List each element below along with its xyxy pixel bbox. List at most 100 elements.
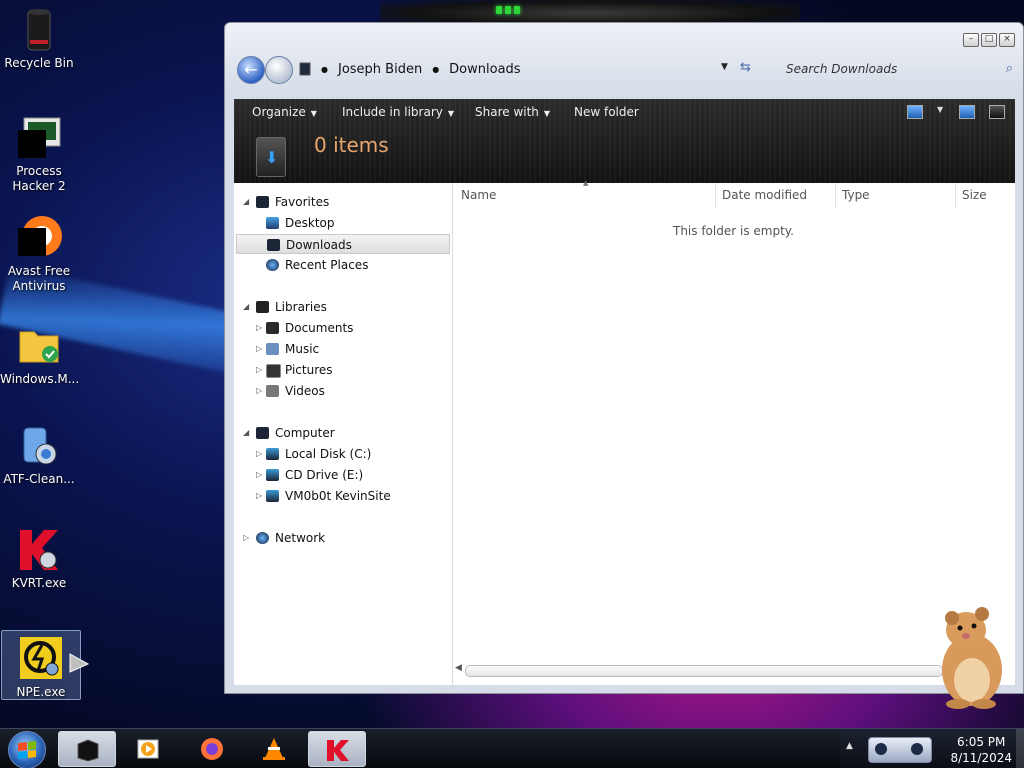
cursor-arrow-icon — [68, 652, 90, 677]
minimize-icon[interactable]: – — [963, 33, 979, 47]
nav-cd-drive[interactable]: ▷ CD Drive (E:) — [234, 465, 449, 485]
cd-drive-icon — [266, 469, 279, 481]
desktop-icon-atf-cleaner[interactable]: ATF-Clean... — [0, 422, 78, 487]
downloads-icon — [267, 239, 280, 251]
navigation-bar: ← ● Joseph Biden ● Downloads ▼ ⇆ Search … — [235, 53, 1013, 87]
nav-local-disk[interactable]: ▷ Local Disk (C:) — [234, 444, 449, 464]
collapsed-triangle-icon: ▷ — [256, 344, 263, 353]
desktop-icon-windows-m[interactable]: Windows.M... — [0, 322, 79, 387]
column-header-name[interactable]: Name — [461, 188, 496, 202]
taskbar-media-player-button[interactable] — [120, 731, 178, 767]
avast-icon — [16, 214, 62, 260]
downloads-folder-icon: ⬇ — [256, 137, 286, 177]
desktop-icon-avast[interactable]: Avast Free Antivirus — [0, 214, 78, 294]
nav-recent-places[interactable]: Recent Places — [234, 255, 449, 275]
videos-icon — [266, 385, 279, 397]
arrow-left-icon: ← — [244, 60, 258, 79]
column-divider[interactable] — [955, 183, 956, 207]
chevron-down-icon: ▼ — [310, 109, 317, 118]
sort-indicator-icon: ▲ — [583, 179, 589, 187]
scrollbar-thumb[interactable] — [465, 665, 943, 677]
close-icon[interactable]: × — [999, 33, 1015, 47]
nav-downloads[interactable]: Downloads — [236, 234, 450, 254]
nav-desktop[interactable]: Desktop — [234, 213, 449, 233]
collapsed-triangle-icon: ▷ — [256, 365, 263, 374]
refresh-icon[interactable]: ⇆ — [740, 60, 751, 75]
search-box[interactable]: Search Downloads ⌕ — [780, 57, 1017, 81]
chevron-down-icon: ▼ — [543, 109, 551, 118]
taskbar-kvrt-button[interactable] — [308, 731, 366, 767]
collapsed-triangle-icon: ▷ — [243, 533, 250, 542]
organize-button[interactable]: Organize ▼ — [252, 105, 317, 119]
nav-videos[interactable]: ▷ Videos — [234, 381, 449, 401]
nav-pictures[interactable]: ▷ Pictures — [234, 360, 449, 380]
explorer-window[interactable]: – □ × ← ● Joseph Biden ● Downloads ▼ ⇆ S… — [224, 22, 1024, 694]
clock-time: 6:05 PM — [957, 735, 1006, 749]
desktop-icon-process-hacker[interactable]: Process Hacker 2 — [0, 114, 78, 194]
expanded-triangle-icon: ◢ — [243, 428, 250, 437]
new-folder-button[interactable]: New folder — [574, 105, 639, 119]
address-bar[interactable]: ● Joseph Biden ● Downloads — [299, 57, 764, 81]
collapsed-triangle-icon: ▷ — [256, 470, 263, 479]
collapsed-triangle-icon: ▷ — [256, 449, 263, 458]
recycle-bin-icon — [16, 6, 62, 52]
nav-network[interactable]: ▷ Network — [234, 528, 449, 548]
column-header-date-modified[interactable]: Date modified — [722, 188, 807, 202]
documents-icon — [266, 322, 279, 334]
column-divider[interactable] — [835, 183, 836, 207]
column-header-size[interactable]: Size — [962, 188, 987, 202]
collapsed-triangle-icon: ▷ — [256, 491, 263, 500]
scroll-left-icon[interactable]: ◀ — [455, 663, 462, 673]
network-drive-icon — [266, 490, 279, 502]
column-header-type[interactable]: Type — [842, 188, 870, 202]
nav-libraries[interactable]: ◢ Libraries — [234, 297, 449, 317]
breadcrumb-downloads[interactable]: Downloads — [449, 62, 520, 77]
computer-icon — [256, 427, 269, 439]
explorer-icon — [75, 738, 101, 762]
clock[interactable]: 6:05 PM 8/11/2024 — [950, 734, 1012, 766]
process-hacker-icon — [16, 114, 62, 160]
forward-button[interactable] — [265, 56, 293, 84]
hamster-mascot — [922, 600, 1014, 710]
start-button[interactable] — [8, 731, 46, 768]
item-count: 0 items — [314, 133, 389, 157]
nav-computer[interactable]: ◢ Computer — [234, 423, 449, 443]
share-with-button[interactable]: Share with ▼ — [475, 105, 550, 119]
nav-music[interactable]: ▷ Music — [234, 339, 449, 359]
atf-cleaner-icon — [16, 422, 62, 468]
taskbar-explorer-button[interactable] — [58, 731, 116, 767]
maximize-icon[interactable]: □ — [981, 33, 997, 47]
show-desktop-button[interactable] — [1016, 729, 1024, 768]
desktop-icon — [266, 217, 279, 229]
show-hidden-icons-icon[interactable]: ▲ — [846, 741, 853, 751]
tray-app-icon[interactable] — [868, 737, 932, 763]
search-icon[interactable]: ⌕ — [1006, 57, 1013, 81]
libraries-icon — [256, 301, 269, 313]
chevron-down-icon[interactable]: ▼ — [937, 105, 945, 117]
taskbar-vlc-button[interactable] — [245, 731, 303, 767]
desktop-icon-recycle-bin[interactable]: Recycle Bin — [0, 6, 78, 71]
search-input[interactable]: Search Downloads — [786, 57, 897, 81]
clock-date: 8/11/2024 — [950, 751, 1012, 765]
include-in-library-button[interactable]: Include in library ▼ — [342, 105, 454, 119]
back-button[interactable]: ← — [237, 56, 265, 84]
kaspersky-icon — [16, 526, 62, 572]
nav-vm-share[interactable]: ▷ VM0b0t KevinSite — [234, 486, 449, 506]
nav-favorites[interactable]: ◢ Favorites — [234, 192, 449, 212]
folder-icon — [16, 322, 62, 368]
desktop-icon-kvrt[interactable]: KVRT.exe — [0, 526, 78, 591]
system-tray: ▲ 6:05 PM 8/11/2024 — [840, 729, 1024, 768]
favorites-icon — [256, 196, 269, 208]
nav-documents[interactable]: ▷ Documents — [234, 318, 449, 338]
taskbar-firefox-button[interactable] — [183, 731, 241, 767]
breadcrumb-separator: ● — [321, 64, 328, 74]
breadcrumb-user[interactable]: Joseph Biden — [338, 62, 422, 77]
help-icon[interactable] — [989, 105, 1005, 119]
vlc-icon — [261, 737, 287, 761]
column-divider[interactable] — [715, 183, 716, 207]
view-options-icon[interactable] — [907, 105, 923, 119]
preview-pane-icon[interactable] — [959, 105, 975, 119]
hard-drive-icon — [266, 448, 279, 460]
npe-icon — [18, 635, 64, 681]
address-dropdown-icon[interactable]: ▼ — [721, 62, 728, 72]
